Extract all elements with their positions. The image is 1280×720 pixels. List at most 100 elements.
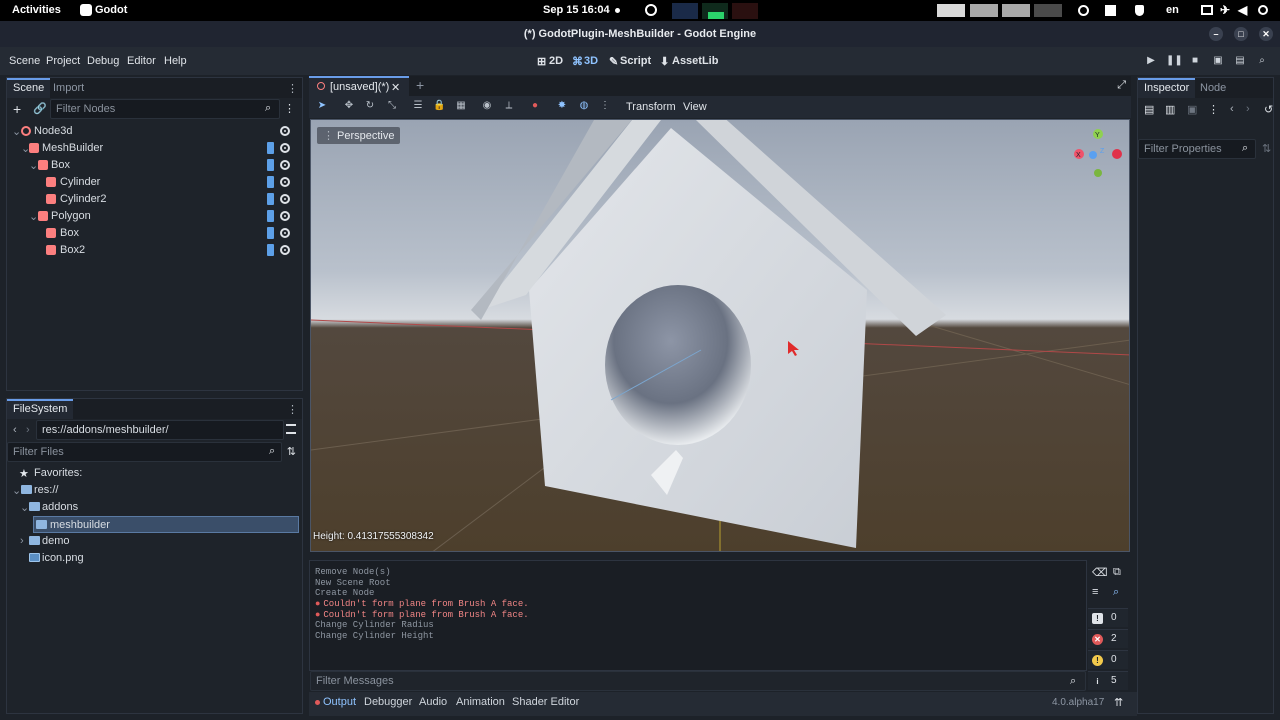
select-mode-icon[interactable]: ➤ [316, 100, 328, 112]
forward-icon[interactable]: › [26, 424, 30, 436]
workspace-1-indicator[interactable] [937, 4, 965, 17]
power-icon[interactable] [1258, 5, 1268, 15]
tab-shader-editor[interactable]: Shader Editor [512, 696, 579, 708]
app-menu[interactable]: Godot [95, 4, 127, 16]
fs-item-meshbuilder[interactable]: meshbuilder [33, 516, 299, 533]
scale-mode-icon[interactable]: ⤡ [386, 100, 398, 112]
tab-filesystem[interactable]: FileSystem [7, 399, 74, 419]
script-icon[interactable] [267, 227, 274, 239]
tab-import[interactable]: Import [47, 78, 90, 98]
rotate-mode-icon[interactable]: ↻ [364, 100, 376, 112]
tree-node-node3d[interactable]: ⌄ Node3d [11, 123, 298, 140]
scene-tab-unsaved[interactable]: [unsaved](*) ✕ [309, 76, 409, 96]
snap-icon[interactable]: ⟂ [503, 100, 515, 112]
screen-icon[interactable] [1201, 5, 1213, 15]
instance-scene-icon[interactable]: 🔗 [33, 102, 47, 115]
tree-node-cylinder2[interactable]: Cylinder2 [11, 191, 298, 208]
world-icon[interactable]: ◍ [578, 100, 590, 112]
cpu-monitor-icon[interactable] [672, 3, 698, 19]
group-icon[interactable]: ▦ [455, 100, 467, 112]
visibility-eye-icon[interactable] [280, 160, 290, 170]
perspective-menu[interactable]: ⋮ Perspective [317, 127, 401, 144]
split-mode-icon[interactable] [286, 424, 296, 434]
new-scene-tab-icon[interactable]: + [416, 77, 424, 93]
clear-output-icon[interactable]: ⌫ [1092, 566, 1108, 579]
visibility-eye-icon[interactable] [280, 194, 290, 204]
visibility-eye-icon[interactable] [280, 126, 290, 136]
new-resource-icon[interactable]: ▤ [1144, 103, 1154, 116]
view-menu[interactable]: View [683, 101, 707, 113]
filter-properties-input[interactable]: Filter Properties [1138, 139, 1256, 159]
open-resource-icon[interactable]: ▥ [1165, 103, 1175, 116]
activities-button[interactable]: Activities [12, 4, 61, 16]
back-icon[interactable]: ‹ [13, 424, 17, 436]
mode-3d-button[interactable]: 3D [584, 55, 598, 67]
search-output-icon[interactable]: ⌕ [1113, 586, 1119, 599]
workspace-2-indicator[interactable] [970, 4, 998, 17]
move-mode-icon[interactable]: ✥ [343, 100, 355, 112]
tree-node-box[interactable]: ⌄ Box [11, 157, 298, 174]
save-resource-icon[interactable]: ▣ [1187, 103, 1197, 116]
dock-menu-icon[interactable]: ⋮ [287, 82, 298, 95]
script-icon[interactable] [267, 176, 274, 188]
error-counter[interactable]: ✕ 2 [1088, 629, 1128, 648]
workspace-4-indicator[interactable] [1034, 4, 1062, 17]
visibility-eye-icon[interactable] [280, 211, 290, 221]
close-window-icon[interactable]: ✕ [1259, 27, 1273, 41]
tree-node-polygon-box[interactable]: Box [11, 225, 298, 242]
message-counter[interactable]: ! 0 [1088, 608, 1128, 627]
script-icon[interactable] [267, 193, 274, 205]
script-icon[interactable] [267, 244, 274, 256]
filter-nodes-input[interactable]: Filter Nodes [50, 99, 280, 119]
dock-menu-icon[interactable]: ⋮ [287, 403, 298, 416]
workspace-3-indicator[interactable] [1002, 4, 1030, 17]
menu-editor[interactable]: Editor [127, 55, 156, 67]
info-counter[interactable]: i 5 [1088, 671, 1128, 690]
tab-inspector[interactable]: Inspector [1138, 78, 1196, 98]
network-monitor-icon[interactable] [732, 3, 758, 19]
resource-menu-icon[interactable]: ⋮ [1208, 103, 1219, 116]
fs-item-demo[interactable]: › demo [19, 533, 299, 550]
tab-animation[interactable]: Animation [456, 696, 505, 708]
path-input[interactable]: res://addons/meshbuilder/ [36, 420, 284, 440]
tree-node-box2[interactable]: Box2 [11, 242, 298, 259]
gizmo-y-negative[interactable] [1094, 169, 1102, 177]
history-back-icon[interactable]: ‹ [1230, 103, 1234, 115]
menu-debug[interactable]: Debug [87, 55, 119, 67]
movie-maker-icon[interactable]: ⌕ [1255, 54, 1269, 68]
airplane-icon[interactable]: ✈ [1220, 3, 1230, 17]
tree-node-meshbuilder[interactable]: ⌄ MeshBuilder [11, 140, 298, 157]
script-icon[interactable] [267, 159, 274, 171]
tree-node-cylinder[interactable]: Cylinder [11, 174, 298, 191]
history-icon[interactable]: ↺ [1264, 103, 1273, 116]
3d-viewport[interactable]: Y X Z ⋮ Perspective Height: 0.41317555308… [310, 119, 1130, 552]
lock-icon[interactable]: 🔒 [433, 100, 445, 112]
transform-menu[interactable]: Transform [626, 101, 676, 113]
script-icon[interactable] [267, 210, 274, 222]
scene-options-icon[interactable]: ⋮ [284, 102, 295, 115]
mode-script-button[interactable]: Script [620, 55, 651, 67]
local-space-icon[interactable]: ◉ [481, 100, 493, 112]
visibility-eye-icon[interactable] [280, 143, 290, 153]
favorites-row[interactable]: ★ Favorites: [19, 465, 299, 482]
play-icon[interactable]: ▶ [1144, 54, 1158, 68]
warning-counter[interactable]: ! 0 [1088, 650, 1128, 669]
tab-debugger[interactable]: Debugger [364, 696, 412, 708]
fs-item-res[interactable]: ⌄ res:// [11, 482, 299, 499]
tray-app-icon[interactable] [645, 4, 657, 16]
distraction-free-icon[interactable]: ⤢ [1117, 79, 1126, 92]
visibility-eye-icon[interactable] [280, 177, 290, 187]
copy-output-icon[interactable]: ⧉ [1113, 566, 1121, 579]
stop-icon[interactable]: ■ [1188, 54, 1202, 68]
volume-icon[interactable]: ◀ [1238, 3, 1247, 17]
menu-help[interactable]: Help [164, 55, 187, 67]
script-icon[interactable] [267, 142, 274, 154]
maximize-icon[interactable]: □ [1234, 27, 1248, 41]
clock[interactable]: Sep 15 16:04 [543, 4, 610, 16]
visibility-eye-icon[interactable] [280, 228, 290, 238]
mode-2d-button[interactable]: 2D [549, 55, 563, 67]
collapse-output-icon[interactable]: ≡ [1092, 586, 1098, 598]
preview-options-icon[interactable]: ⋮ [599, 100, 611, 112]
tab-scene[interactable]: Scene [7, 78, 51, 98]
inspector-options-icon[interactable]: ⇅ [1262, 142, 1271, 155]
